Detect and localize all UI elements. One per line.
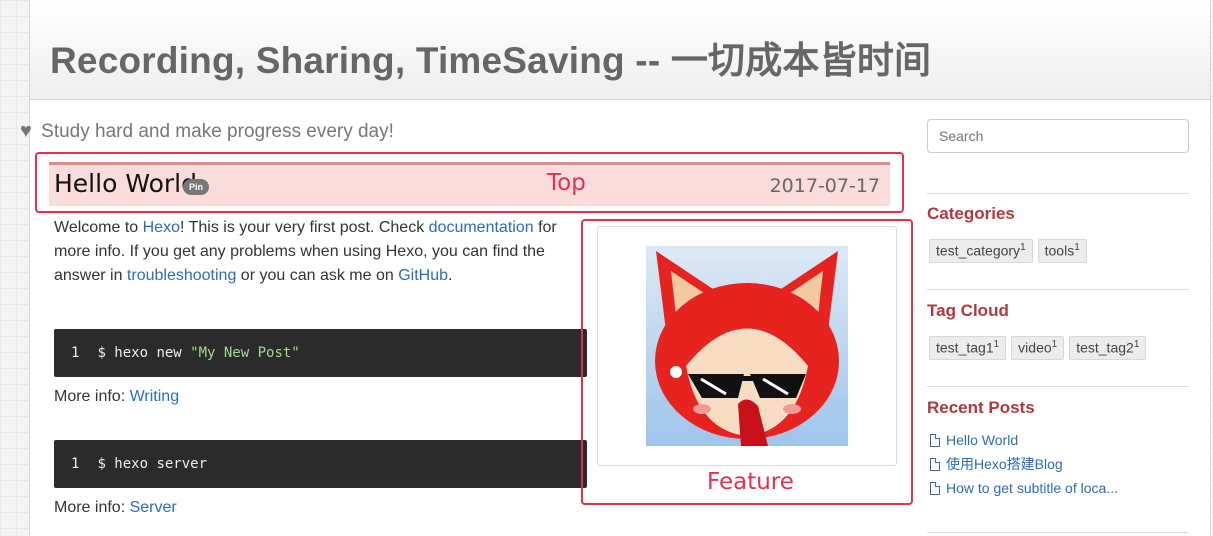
search-input[interactable]: [927, 119, 1189, 153]
document-icon: [930, 458, 940, 471]
recent-posts-list: Hello World 使用Hexo搭建Blog How to get subt…: [930, 428, 1118, 500]
github-link[interactable]: GitHub: [398, 267, 448, 284]
post-body: Welcome to Hexo! This is your very first…: [54, 216, 574, 288]
categories-heading: Categories: [927, 204, 1015, 223]
code-command: $ hexo server: [97, 456, 208, 472]
category-name: test_category: [936, 242, 1021, 259]
post-text: Welcome to: [54, 219, 143, 236]
post-text: ! This is your very first post. Check: [179, 219, 429, 236]
tag-count: 1: [993, 339, 1000, 350]
more-info-label: More info:: [54, 499, 130, 516]
writing-link[interactable]: Writing: [130, 388, 180, 405]
sidebar-divider: [927, 289, 1189, 290]
recent-post-link[interactable]: 使用Hexo搭建Blog: [930, 452, 1118, 476]
hexo-link[interactable]: Hexo: [143, 219, 180, 236]
recent-post-title: 使用Hexo搭建Blog: [946, 456, 1063, 472]
heart-icon: ♥: [20, 120, 32, 142]
site-subtitle: ♥ Study hard and make progress every day…: [20, 120, 394, 143]
tag-item[interactable]: test_tag11: [929, 336, 1007, 360]
code-string: "My New Post": [190, 345, 300, 361]
tag-count: 1: [1051, 339, 1058, 350]
tag-item[interactable]: video1: [1011, 336, 1065, 360]
category-count: 1: [1074, 242, 1080, 253]
tag-name: video: [1018, 339, 1052, 356]
top-annotation-box: [35, 152, 904, 213]
category-tag[interactable]: test_category1: [929, 239, 1033, 263]
code-block-1: 1 $ hexo new "My New Post": [54, 329, 587, 377]
tagcloud-heading: Tag Cloud: [927, 301, 1009, 320]
documentation-link[interactable]: documentation: [429, 219, 534, 236]
category-name: tools: [1044, 242, 1075, 259]
recent-post-title: How to get subtitle of loca...: [946, 480, 1118, 496]
code-line-number: 1: [71, 456, 80, 472]
tag-name: test_tag2: [1076, 339, 1134, 356]
tag-count: 1: [1133, 339, 1140, 350]
code-block-2: 1 $ hexo server: [54, 440, 587, 488]
recent-post-title: Hello World: [946, 432, 1019, 448]
tag-cloud: test_tag11 video1 test_tag21: [929, 336, 1147, 360]
subtitle-text: Study hard and make progress every day!: [41, 121, 394, 142]
recent-posts-heading: Recent Posts: [927, 398, 1035, 417]
site-title[interactable]: Recording, Sharing, TimeSaving -- 一切成本皆时…: [50, 30, 931, 84]
feature-annotation-label: Feature: [707, 469, 794, 495]
tag-name: test_tag1: [936, 339, 994, 356]
server-link[interactable]: Server: [130, 499, 177, 516]
document-icon: [930, 482, 940, 495]
sidebar-divider: [927, 386, 1189, 387]
more-info-1: More info: Writing: [54, 388, 179, 406]
recent-post-link[interactable]: Hello World: [930, 428, 1118, 452]
more-info-2: More info: Server: [54, 499, 177, 517]
troubleshooting-link[interactable]: troubleshooting: [127, 267, 236, 284]
categories-list: test_category1 tools1: [929, 239, 1087, 263]
code-line-number: 1: [71, 345, 80, 361]
sidebar-divider: [927, 193, 1189, 194]
feature-annotation-box: [581, 219, 913, 505]
post-text: .: [448, 267, 453, 284]
document-icon: [930, 434, 940, 447]
top-annotation-label: Top: [547, 170, 586, 196]
category-count: 1: [1020, 242, 1026, 253]
tag-item[interactable]: test_tag21: [1069, 336, 1147, 360]
recent-post-link[interactable]: How to get subtitle of loca...: [930, 476, 1118, 500]
sidebar-divider: [927, 532, 1189, 533]
more-info-label: More info:: [54, 388, 130, 405]
category-tag[interactable]: tools1: [1037, 239, 1087, 263]
code-command: $ hexo new: [97, 345, 191, 361]
post-text: or you can ask me on: [236, 267, 399, 284]
site-header: Recording, Sharing, TimeSaving -- 一切成本皆时…: [30, 0, 1210, 100]
